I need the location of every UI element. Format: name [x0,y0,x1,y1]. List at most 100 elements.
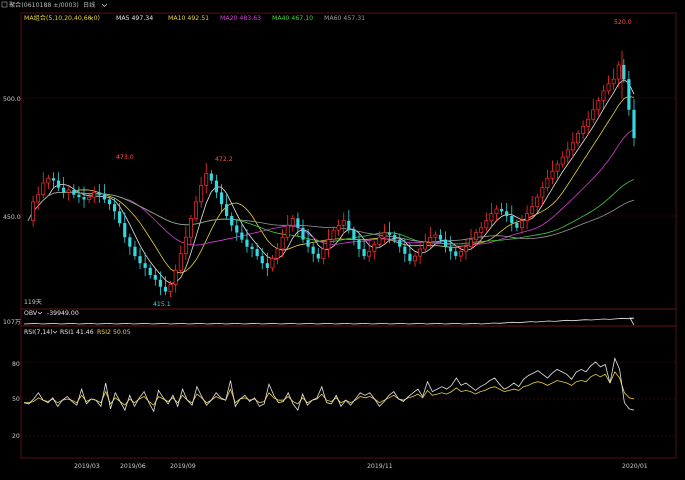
candle-body [616,64,621,80]
candle-body [377,236,382,245]
candle-body [347,220,351,231]
candle-body [245,239,249,247]
moving-average-lines [27,79,635,284]
candle-body [413,255,417,262]
obv-y-label: 107万 [3,319,21,326]
candle-body [118,211,122,224]
candle-body [46,177,51,184]
candle-body [66,189,71,193]
candle-body [204,173,209,186]
rsi2-value: RSI2 50.05 [97,329,131,336]
candle-body [576,133,580,144]
ma5-line [27,79,635,284]
candle-body [230,216,234,226]
candle-body [408,253,412,261]
candle-body [489,213,494,222]
candle-body [428,236,433,243]
candle-body [321,248,326,259]
rsi-tick-50: 50 [12,396,20,403]
grid-lines [21,97,676,437]
candle-body [285,225,290,238]
candlesticks [31,50,636,298]
candle-body [265,263,269,268]
rsi-tick-80: 80 [12,361,20,368]
candle-body [153,275,157,280]
price-tick-450: 450.0 [3,214,21,221]
candle-body [570,142,575,151]
chevron-down-icon[interactable] [101,3,108,8]
candle-body [235,225,239,233]
candle-body [418,248,423,257]
symbol-label[interactable]: 聚合(0610188 ±/0003) [9,1,79,9]
candle-body [423,241,428,250]
x-tick-2019-11: 2019/11 [367,463,393,470]
rsi-dropdown-icon[interactable] [52,330,58,334]
rsi1-value: RSI1 41.46 [60,329,94,336]
candle-body [586,118,591,127]
ma-legend: MA组合(5,10,20,40,60,0) MA5 497.34 MA10 49… [24,14,365,22]
candle-body [606,83,611,92]
candle-body [41,182,46,196]
candle-body [520,220,524,229]
candle-body [535,196,540,207]
rsi2-line [24,371,635,406]
candle-body [138,256,142,264]
candle-body [362,249,366,257]
candle-body [565,149,570,158]
candle-body [449,246,453,252]
candle-body [403,246,407,254]
candle-body [51,178,56,181]
obv-value: -39949.00 [47,310,79,317]
candle-body [158,279,163,287]
candle-body [214,180,219,193]
candle-body [382,232,387,238]
candle-body [540,187,545,198]
candle-body [545,177,550,189]
candle-body [469,239,473,248]
candle-body [336,225,341,231]
collapse-toggle-icon[interactable] [1,1,8,8]
ma-group-label[interactable]: MA组合(5,10,20,40,60,0) [24,14,100,22]
candle-body [484,220,489,229]
candle-body [82,197,86,200]
candle-body [255,249,259,257]
annotation-bottom-left: 119天 [24,299,42,306]
candle-body [601,90,606,101]
obv-panel: OBV -39949.00 107万 [3,310,635,326]
annotation-high-1: 473.0 [116,154,134,161]
price-tick-500: 500.0 [3,96,21,103]
x-tick-2019-06: 2019/06 [120,463,146,470]
chart-canvas: 聚合(0610188 ±/0003) 日线 MA组合(5,10,20,40,60… [1,1,677,470]
candle-body [438,234,443,240]
candle-body [270,258,275,269]
rsi-panel: RSI(7,14) RSI1 41.46 RSI2 50.05 80 50 20 [12,329,635,440]
obv-dropdown-icon[interactable] [37,311,43,315]
ma10-line [27,95,635,274]
candle-body [463,246,468,252]
candle-body [143,263,147,268]
candle-body [393,234,397,240]
candle-body [225,204,229,216]
ma5-value: MA5 497.34 [116,15,153,22]
period-selector[interactable]: 日线 [83,1,95,9]
candle-body [581,125,586,134]
candle-body [550,170,555,179]
ma40-value: MA40 467.10 [272,15,313,22]
candle-body [219,192,224,205]
obv-label[interactable]: OBV [24,310,38,317]
candle-body [56,180,61,188]
candle-body [367,251,372,257]
candle-body [290,218,295,226]
candle-body [499,208,504,212]
candle-body [128,237,132,247]
candle-body [72,190,76,195]
candle-body [458,251,463,257]
candle-body [443,239,448,247]
ma10-value: MA10 492.51 [168,15,209,22]
candle-body [510,216,514,224]
rsi-label[interactable]: RSI(7,14) [24,329,53,336]
candle-body [97,192,101,195]
x-tick-2019-03: 2019/03 [74,463,100,470]
candle-body [555,163,560,172]
candle-body [301,227,305,240]
